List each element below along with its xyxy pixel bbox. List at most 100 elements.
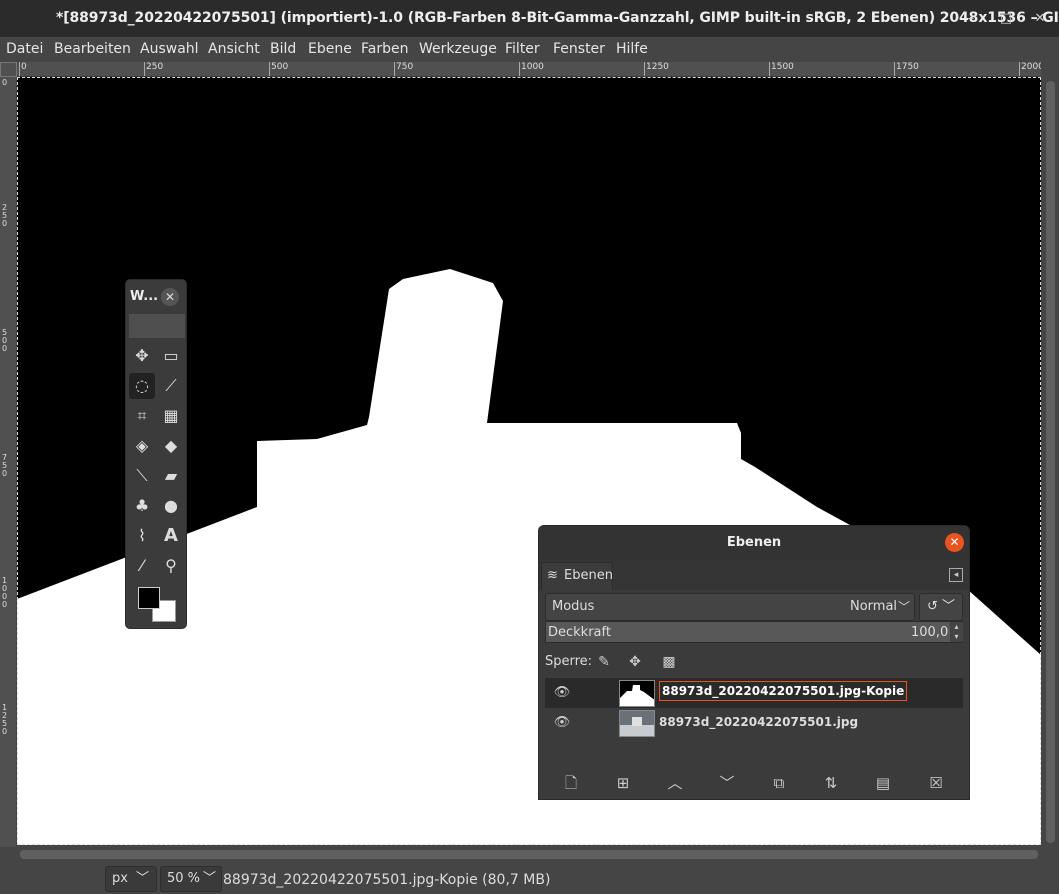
chevron-down-icon: ﹀ [203, 871, 217, 886]
layers-dialog-header: Ebenen ✕ [539, 526, 969, 560]
toolbox-title: W... [130, 289, 159, 304]
duplicate-layer-icon[interactable]: ⧉ [767, 772, 791, 794]
new-layer-group-icon[interactable]: ⊞ [611, 772, 635, 794]
eye-icon[interactable]: 👁 [553, 684, 571, 702]
smudge-tool-icon[interactable]: ● [158, 493, 184, 519]
status-bar: px ﹀ 50 % ﹀ 88973d_20220422075501.jpg-Ko… [0, 863, 1059, 894]
layer-button-bar: 🗋 ⊞ ︿ ﹀ ⧉ ⇅ ▤ ☒ [539, 768, 969, 798]
layer-name-input[interactable]: 88973d_20220422075501.jpg-Kopie [659, 681, 908, 701]
toolbox-close-button[interactable]: ✕ [161, 288, 179, 306]
zoom-tool-icon[interactable]: ⚲ [158, 553, 184, 579]
mode-select[interactable]: Modus Normal ﹀ [545, 593, 915, 621]
menu-bar: Datei Bearbeiten Auswahl Ansicht Bild Eb… [0, 37, 1059, 62]
layers-dialog: Ebenen ✕ ≋ Ebenen ◂ Modus Normal ﹀ ↺ ﹀ D… [538, 525, 970, 800]
unit-select[interactable]: px ﹀ [105, 866, 157, 892]
h-ruler-label: 2000 [1021, 62, 1041, 72]
menu-fenster[interactable]: Fenster [553, 41, 605, 57]
tab-ebenen-label: Ebenen [564, 568, 613, 583]
navigate-button[interactable] [1042, 62, 1059, 77]
close-window-button[interactable]: ✕ [1031, 10, 1049, 28]
layers-dialog-title: Ebenen [726, 535, 782, 550]
opacity-spinner[interactable]: ▴ ▾ [950, 622, 963, 642]
v-ruler-label: 750 [2, 453, 8, 478]
layer-name[interactable]: 88973d_20220422075501.jpg [659, 715, 858, 729]
paintbrush-tool-icon[interactable]: ⟍ [129, 463, 155, 489]
vertical-scroll-thumb[interactable] [1046, 81, 1055, 843]
color-picker-tool-icon[interactable]: ⁄ [129, 553, 155, 579]
unified-transform-tool-icon[interactable]: ▦ [158, 403, 184, 429]
lock-pixels-icon[interactable]: ✎ [594, 652, 614, 672]
vertical-ruler[interactable]: 0 250 500 750 1000 1250 [0, 77, 16, 847]
chevron-down-icon: ﹀ [898, 600, 911, 614]
toolbox-window: W... ✕ ✥ ▭ ◌ ⟋ ⌗ ▦ ◈ ◆ ⟍ ▰ ♣ ● ⌇ A ⁄ ⚲ [125, 279, 187, 629]
h-ruler-label: 1000 [521, 62, 544, 72]
merge-layer-icon[interactable]: ⇅ [819, 772, 843, 794]
horizontal-scroll-thumb[interactable] [20, 850, 1038, 859]
h-ruler-label: 750 [396, 62, 414, 72]
menu-farben[interactable]: Farben [361, 41, 408, 57]
raise-layer-icon[interactable]: ︿ [663, 772, 687, 794]
tab-menu-button[interactable]: ◂ [949, 568, 963, 582]
delete-layer-icon[interactable]: ☒ [924, 772, 948, 794]
free-select-tool-icon[interactable]: ◌ [129, 373, 155, 399]
title-bar: *[88973d_20220422075501] (importiert)-1.… [0, 0, 1059, 37]
lock-position-icon[interactable]: ✥ [625, 652, 645, 672]
unit-value: px [112, 871, 128, 886]
menu-bild[interactable]: Bild [270, 41, 296, 57]
wilber-logo [129, 314, 185, 338]
maximize-button[interactable]: □ [997, 10, 1015, 28]
new-layer-icon[interactable]: 🗋 [559, 772, 583, 794]
menu-auswahl[interactable]: Auswahl [140, 41, 199, 57]
lock-alpha-icon[interactable]: ▩ [659, 652, 679, 672]
menu-datei[interactable]: Datei [6, 41, 43, 57]
opacity-value: 100,0 [911, 625, 949, 640]
layer-row[interactable]: 👁 88973d_20220422075501.jpg-Kopie [545, 678, 963, 708]
menu-ansicht[interactable]: Ansicht [208, 41, 260, 57]
move-tool-icon[interactable]: ✥ [129, 343, 155, 369]
layers-close-button[interactable]: ✕ [945, 533, 964, 552]
v-ruler-label: 0 [2, 78, 8, 87]
opacity-slider[interactable]: Deckkraft 100,0 ▴ ▾ [545, 621, 963, 643]
layer-row[interactable]: 👁 88973d_20220422075501.jpg [545, 708, 963, 738]
mode-label: Modus [552, 599, 595, 614]
clone-tool-icon[interactable]: ♣ [129, 493, 155, 519]
status-message: 88973d_20220422075501.jpg-Kopie (80,7 MB… [223, 872, 551, 888]
layer-list[interactable]: 👁 88973d_20220422075501.jpg-Kopie 👁 8897… [545, 678, 963, 766]
rect-select-tool-icon[interactable]: ▭ [158, 343, 184, 369]
menu-filter[interactable]: Filter [505, 41, 540, 57]
eraser-tool-icon[interactable]: ▰ [158, 463, 184, 489]
horizontal-scrollbar[interactable] [17, 847, 1042, 863]
h-ruler-label: 1250 [646, 62, 669, 72]
horizontal-ruler[interactable]: 0 250 500 750 1000 1250 1500 1750 2000 [17, 62, 1041, 77]
minimize-button[interactable]: – [962, 10, 980, 28]
v-ruler-label: 1000 [2, 576, 8, 609]
paths-tool-icon[interactable]: ⌇ [129, 523, 155, 549]
menu-ebene[interactable]: Ebene [308, 41, 352, 57]
add-mask-icon[interactable]: ▤ [871, 772, 895, 794]
bucket-fill-tool-icon[interactable]: ◆ [158, 433, 184, 459]
v-ruler-label: 250 [2, 203, 8, 228]
lower-layer-icon[interactable]: ﹀ [715, 772, 739, 794]
crop-tool-icon[interactable]: ⌗ [129, 403, 155, 429]
eye-icon[interactable]: 👁 [553, 714, 571, 732]
menu-werkzeuge[interactable]: Werkzeuge [419, 41, 497, 57]
v-ruler-label: 500 [2, 328, 8, 353]
foreground-color-swatch[interactable] [138, 587, 160, 609]
lock-label: Sperre: [545, 654, 593, 669]
window-title: *[88973d_20220422075501] (importiert)-1.… [56, 10, 1059, 26]
text-tool-icon[interactable]: A [158, 523, 184, 549]
warp-tool-icon[interactable]: ◈ [129, 433, 155, 459]
vertical-scrollbar[interactable] [1042, 77, 1059, 847]
tab-ebenen[interactable]: ≋ Ebenen [541, 562, 613, 590]
v-ruler-label: 1250 [2, 703, 8, 736]
menu-hilfe[interactable]: Hilfe [616, 41, 648, 57]
ruler-corner-button[interactable] [0, 62, 17, 77]
zoom-select[interactable]: 50 % ﹀ [160, 866, 222, 892]
h-ruler-label: 1750 [896, 62, 919, 72]
fuzzy-select-tool-icon[interactable]: ⟋ [158, 373, 184, 399]
menu-bearbeiten[interactable]: Bearbeiten [54, 41, 131, 57]
layer-thumbnail [619, 680, 655, 707]
composite-mode-button[interactable]: ↺ ﹀ [919, 593, 963, 621]
h-ruler-label: 1500 [771, 62, 794, 72]
layer-thumbnail [619, 710, 655, 737]
